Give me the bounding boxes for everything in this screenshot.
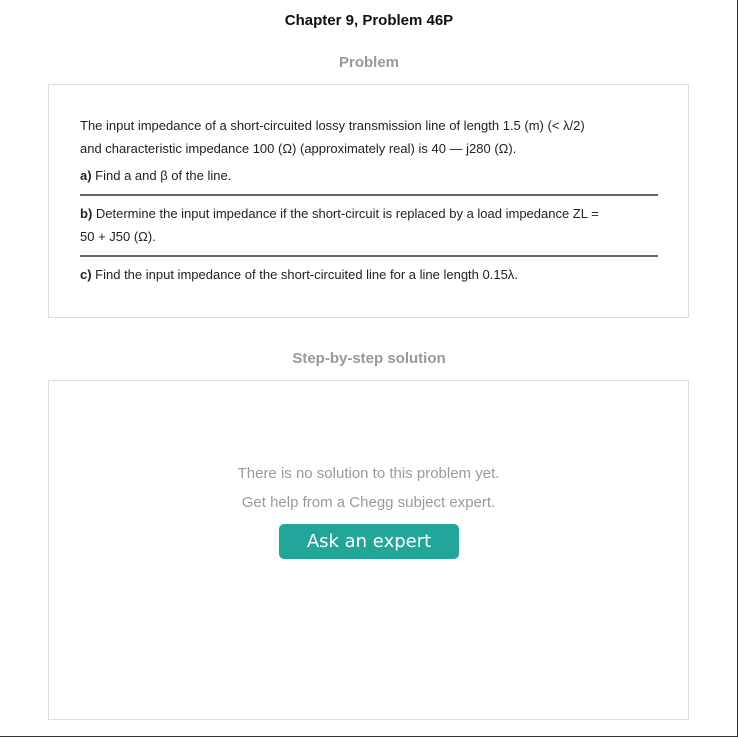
part-divider xyxy=(80,255,658,257)
part-b-label: b) xyxy=(80,206,93,221)
problem-intro-line-1: The input impedance of a short-circuited… xyxy=(80,118,585,133)
problem-part-b: b) Determine the input impedance if the … xyxy=(80,202,660,248)
chapter-title: Chapter 9, Problem 46P xyxy=(284,12,454,29)
part-c-text: Find the input impedance of the short-ci… xyxy=(91,267,518,282)
page: Chapter 9, Problem 46P Problem The input… xyxy=(0,0,738,737)
part-a-text: Find a and β of the line. xyxy=(91,168,232,183)
solution-card: There is no solution to this problem yet… xyxy=(48,380,689,720)
problem-heading: Problem xyxy=(338,54,399,71)
part-divider xyxy=(80,194,658,196)
problem-card: The input impedance of a short-circuited… xyxy=(48,84,689,318)
problem-intro-line-2: and characteristic impedance 100 (Ω) (ap… xyxy=(80,141,517,156)
problem-part-c: c) Find the input impedance of the short… xyxy=(80,263,660,286)
no-solution-line-1: There is no solution to this problem yet… xyxy=(237,465,500,482)
problem-part-a: a) Find a and β of the line. xyxy=(80,164,660,187)
solution-heading: Step-by-step solution xyxy=(292,350,446,367)
no-solution-message: There is no solution to this problem yet… xyxy=(49,459,688,517)
problem-body: The input impedance of a short-circuited… xyxy=(80,114,660,286)
no-solution-line-2: Get help from a Chegg subject expert. xyxy=(241,494,496,511)
part-a-label: a) xyxy=(80,168,92,183)
part-b-text-line-1: Determine the input impedance if the sho… xyxy=(92,206,599,221)
part-c-label: c) xyxy=(80,267,92,282)
ask-expert-button[interactable]: Ask an expert xyxy=(279,524,459,559)
part-b-text-line-2: 50 + J50 (Ω). xyxy=(80,229,156,244)
